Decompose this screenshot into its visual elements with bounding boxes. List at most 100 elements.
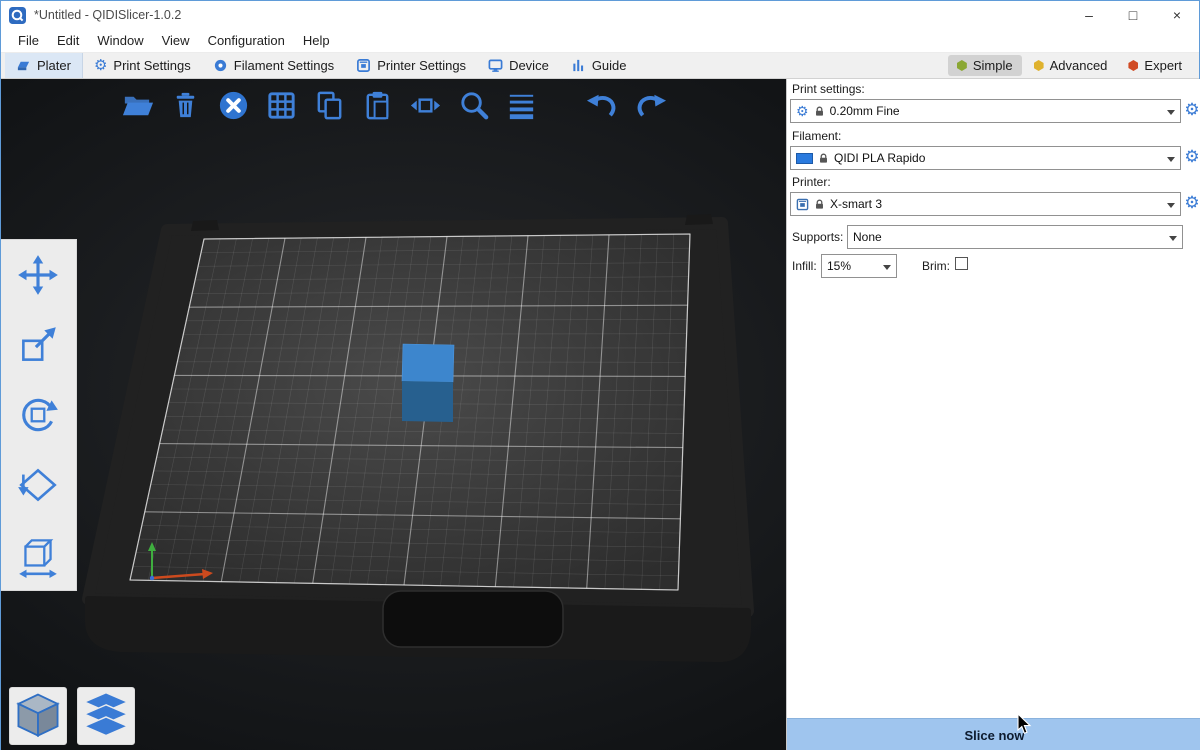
menu-edit[interactable]: Edit [48,29,88,52]
advanced-mode-dot-icon [1034,60,1044,71]
simple-mode-dot-icon [957,60,967,71]
editor-3d-icon [11,689,65,743]
move-tool-button[interactable] [1,240,75,310]
print-settings-label: Print settings: [792,82,865,96]
window-controls: – □ × [1067,1,1199,29]
tab-label: Plater [37,58,71,73]
supports-value: None [853,230,882,244]
chevron-down-icon [1167,203,1175,208]
rotate-icon [15,392,61,438]
tab-label: Device [509,58,549,73]
tab-filament-settings[interactable]: Filament Settings [202,53,345,78]
variable-layer-height-icon [504,88,539,123]
filament-icon [213,58,228,73]
mode-label: Simple [973,58,1013,73]
redo-button[interactable] [632,87,669,124]
preview-layers-view-button[interactable] [77,687,135,745]
mode-switcher: Simple Advanced Expert [948,53,1199,78]
menu-help[interactable]: Help [294,29,339,52]
tab-label: Printer Settings [377,58,466,73]
expert-mode-dot-icon [1128,60,1138,71]
instances-icon [408,88,443,123]
editor-3d-view-button[interactable] [9,687,67,745]
delete-all-button[interactable] [215,87,252,124]
place-on-face-tool-button[interactable] [1,450,75,520]
paste-button[interactable] [359,87,396,124]
tab-device[interactable]: Device [477,53,560,78]
variable-layer-height-button[interactable] [503,87,540,124]
mode-advanced[interactable]: Advanced [1025,55,1117,76]
place-on-face-icon [15,462,61,508]
delete-icon [168,88,203,123]
mode-label: Advanced [1050,58,1108,73]
copy-button[interactable] [311,87,348,124]
chevron-down-icon [1167,157,1175,162]
infill-label: Infill: [792,259,817,273]
brim-label: Brim: [922,259,950,273]
menu-view[interactable]: View [153,29,199,52]
tab-print-settings[interactable]: ⚙ Print Settings [83,53,202,78]
app-logo-icon [9,7,26,24]
maximize-button[interactable]: □ [1111,1,1155,29]
tab-label: Print Settings [113,58,190,73]
open-project-button[interactable] [119,87,156,124]
brim-checkbox[interactable] [955,257,968,270]
printer-gear-button[interactable]: ⚙ [1182,194,1200,211]
undo-button[interactable] [584,87,621,124]
print-settings-gear-button[interactable]: ⚙ [1182,101,1200,118]
app-window: *Untitled - QIDISlicer-1.0.2 – □ × File … [0,0,1200,750]
printer-icon [796,198,809,211]
printer-combo[interactable]: X-smart 3 [790,192,1181,216]
filament-gear-button[interactable]: ⚙ [1182,148,1200,165]
device-icon [488,58,503,73]
infill-combo[interactable]: 15% [821,254,897,278]
print-settings-combo[interactable]: ⚙ 0.20mm Fine [790,99,1181,123]
rotate-tool-button[interactable] [1,380,75,450]
menu-file[interactable]: File [9,29,48,52]
tab-guide[interactable]: Guide [560,53,638,78]
lock-icon [818,153,829,164]
measure-icon [15,532,61,578]
open-icon [120,88,155,123]
filament-color-swatch [796,153,813,164]
printer-icon [356,58,371,73]
infill-value: 15% [827,259,851,273]
supports-combo[interactable]: None [847,225,1183,249]
paste-icon [360,88,395,123]
minimize-button[interactable]: – [1067,1,1111,29]
mode-label: Expert [1144,58,1182,73]
chevron-down-icon [1169,236,1177,241]
instances-button[interactable] [407,87,444,124]
settings-sidebar: Print settings: ⚙ 0.20mm Fine ⚙ Filament… [786,79,1200,750]
move-icon [15,252,61,298]
scale-tool-button[interactable] [1,310,75,380]
copy-icon [312,88,347,123]
3d-viewport[interactable] [1,79,786,750]
gear-icon: ⚙ [94,58,107,73]
tab-printer-settings[interactable]: Printer Settings [345,53,477,78]
bed-handle-notch [383,591,563,647]
print-settings-value: 0.20mm Fine [830,104,900,118]
search-button[interactable] [455,87,492,124]
viewport-toolbar [119,87,669,124]
slice-now-button[interactable]: Slice now [787,718,1200,750]
menubar: File Edit Window View Configuration Help [1,29,1199,53]
printer-value: X-smart 3 [830,197,882,211]
mode-simple[interactable]: Simple [948,55,1022,76]
measure-tool-button[interactable] [1,520,75,590]
arrange-button[interactable] [263,87,300,124]
menu-window[interactable]: Window [88,29,152,52]
arrange-icon [264,88,299,123]
model-cube[interactable] [402,344,454,422]
menu-configuration[interactable]: Configuration [199,29,294,52]
filament-combo[interactable]: QIDI PLA Rapido [790,146,1181,170]
3d-scene-canvas[interactable] [1,79,786,750]
delete-button[interactable] [167,87,204,124]
gizmo-toolbar [1,239,77,591]
close-button[interactable]: × [1155,1,1199,29]
mode-expert[interactable]: Expert [1119,55,1191,76]
guide-icon [571,58,586,73]
preview-layers-icon [79,689,133,743]
lock-icon [814,199,825,210]
tab-plater[interactable]: Plater [5,53,83,78]
